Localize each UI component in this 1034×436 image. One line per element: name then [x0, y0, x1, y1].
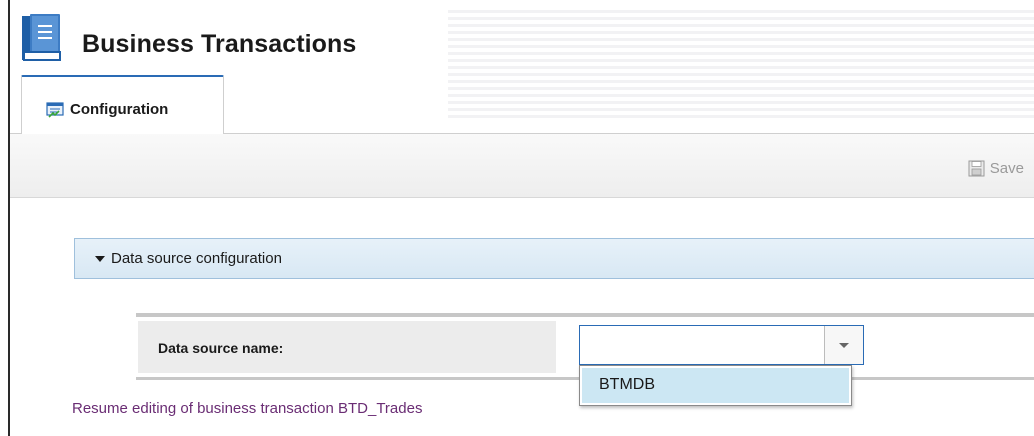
tab-configuration-label: Configuration [70, 101, 169, 118]
save-button[interactable]: Save [968, 158, 1024, 178]
chevron-down-icon [839, 343, 849, 348]
toolbar: Save [10, 134, 1034, 198]
resume-editing-link[interactable]: Resume editing of business transaction B… [72, 400, 422, 417]
dropdown-toggle-button[interactable] [824, 326, 863, 364]
book-icon [20, 12, 66, 62]
save-button-label: Save [989, 159, 1024, 177]
tab-configuration[interactable]: Configuration [21, 75, 224, 134]
expand-caret-icon[interactable] [95, 255, 105, 262]
data-source-dropdown-list: BTMDB [579, 365, 852, 406]
section-header-data-source[interactable]: Data source configuration [74, 238, 1034, 279]
form-divider-top [136, 313, 1034, 317]
section-title: Data source configuration [111, 250, 282, 267]
data-source-name-label: Data source name: [158, 340, 284, 356]
dropdown-option-btmdb[interactable]: BTMDB [582, 368, 849, 403]
dropdown-option-label: BTMDB [599, 376, 655, 393]
header-decoration [448, 10, 1034, 120]
floppy-disk-icon [968, 160, 985, 176]
page-title: Business Transactions [82, 30, 357, 58]
data-source-name-combobox[interactable] [579, 325, 864, 365]
configuration-icon [46, 102, 64, 118]
field-label-cell: Data source name: [138, 321, 556, 373]
